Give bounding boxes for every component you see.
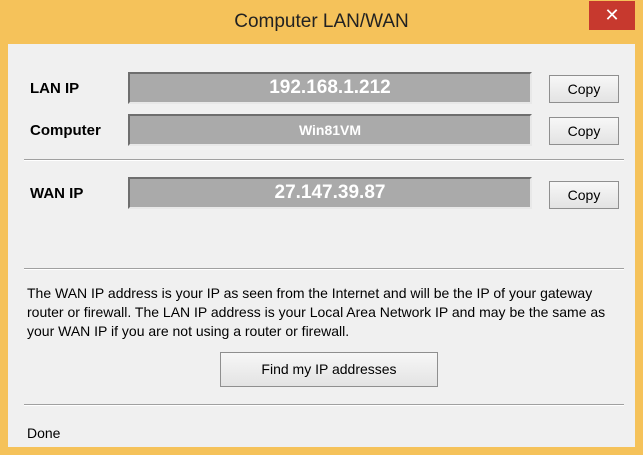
dialog-window: Computer LAN/WAN ✕ LAN IP 192.168.1.212 … [0,0,643,455]
status-text: Done [27,425,61,441]
copy-wan-ip-button[interactable]: Copy [549,181,619,209]
lan-ip-label: LAN IP [30,80,80,97]
close-button[interactable]: ✕ [589,1,635,30]
wan-ip-label: WAN IP [30,185,84,202]
wan-ip-value: 27.147.39.87 [128,177,532,209]
description-text: The WAN IP address is your IP as seen fr… [27,285,606,339]
computer-name-value: Win81VM [128,114,532,146]
find-ip-addresses-button[interactable]: Find my IP addresses [220,352,438,387]
lan-ip-value: 192.168.1.212 [128,72,532,104]
separator [24,404,624,406]
close-icon: ✕ [604,5,620,25]
copy-computer-button[interactable]: Copy [549,117,619,145]
title-bar[interactable]: Computer LAN/WAN ✕ [0,0,643,44]
separator [24,268,624,270]
copy-lan-ip-button[interactable]: Copy [549,75,619,103]
window-title: Computer LAN/WAN [234,11,409,32]
computer-label: Computer [30,122,101,139]
separator [24,159,624,161]
